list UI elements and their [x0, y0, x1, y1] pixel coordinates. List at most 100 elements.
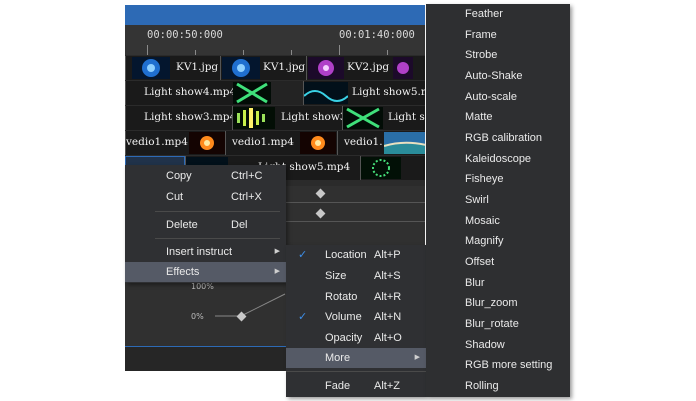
clip-thumbnail — [393, 57, 413, 79]
ruler-tick — [291, 50, 292, 55]
menu-item-label: Size — [325, 270, 347, 282]
menu-item-feather[interactable]: Feather — [426, 4, 570, 24]
clip-thumbnail — [361, 157, 401, 179]
menu-item-shortcut: Alt+O — [374, 332, 402, 344]
menu-item-label: Volume — [325, 311, 362, 323]
time-ruler[interactable]: 00:00:50:000 00:01:40:000 — [125, 25, 425, 55]
menu-item-frame[interactable]: Frame — [426, 25, 570, 45]
clip-label: KV1.jpg — [263, 61, 306, 73]
clip-label: Light show3 — [281, 111, 347, 123]
menu-item-shortcut: Alt+P — [374, 249, 401, 261]
menu-item-label: Blur — [465, 277, 485, 289]
menu-item-shortcut: Alt+Z — [374, 380, 400, 392]
timeline-clip[interactable]: Light show4.mp4 — [125, 81, 271, 105]
menu-item-label: RGB more setting — [465, 359, 553, 371]
timecode-label: 00:00:50:000 — [147, 29, 223, 41]
clip-label: Light show4.mp4 — [144, 86, 237, 98]
timeline-clip[interactable]: vedio1. — [337, 131, 425, 155]
menu-item-label: Delete — [166, 219, 198, 231]
menu-item-rgb-more-setting[interactable]: RGB more setting — [426, 355, 570, 375]
menu-item-shortcut: Ctrl+X — [231, 191, 262, 203]
clip-label: KV2.jpg — [347, 61, 390, 73]
menu-item-label: Auto-scale — [465, 91, 517, 103]
menu-item-label: Fade — [325, 380, 351, 392]
clip-thumbnail — [189, 132, 225, 154]
menu-item-location[interactable]: ✓ Location Alt+P — [286, 245, 426, 265]
menu-item-label: Kaleidoscope — [465, 153, 532, 165]
menu-item-shortcut: Alt+R — [374, 291, 402, 303]
timeline-clip[interactable]: Light show5.mp — [303, 81, 425, 105]
menu-item-insert-instruct[interactable]: Insert instruct ▶ — [125, 242, 286, 262]
menu-item-mosaic[interactable]: Mosaic — [426, 211, 570, 231]
clip-thumbnail — [384, 132, 425, 154]
menu-item-size[interactable]: Size Alt+S — [286, 266, 426, 286]
menu-item-auto-shake[interactable]: Auto-Shake — [426, 66, 570, 86]
keyframe-marker[interactable] — [315, 188, 326, 199]
menu-item-label: Mosaic — [465, 215, 500, 227]
menu-item-blur-zoom[interactable]: Blur_zoom — [426, 293, 570, 313]
clip-thumbnail — [132, 57, 170, 79]
ruler-tick — [339, 45, 340, 55]
timeline-clip[interactable]: Light show3.mp4 — [125, 106, 236, 130]
timeline-clip[interactable]: vedio1.mp4 — [125, 131, 225, 155]
menu-item-label: More — [325, 352, 351, 364]
menu-item-copy[interactable]: Copy Ctrl+C — [125, 166, 286, 186]
menu-item-kaleidoscope[interactable]: Kaleidoscope — [426, 149, 570, 169]
menu-item-cut[interactable]: Cut Ctrl+X — [125, 187, 286, 207]
ruler-tick — [387, 50, 388, 55]
menu-item-rotato[interactable]: Rotato Alt+R — [286, 287, 426, 307]
title-bar — [125, 5, 425, 25]
menu-item-shadow[interactable]: Shadow — [426, 335, 570, 355]
clip-label: vedio1.mp4 — [126, 136, 188, 148]
menu-item-opacity[interactable]: Opacity Alt+O — [286, 328, 426, 348]
context-menu: Copy Ctrl+C Cut Ctrl+X Delete Del Insert… — [125, 165, 286, 283]
menu-item-strobe[interactable]: Strobe — [426, 45, 570, 65]
menu-item-fisheye[interactable]: Fisheye — [426, 169, 570, 189]
timeline-track: KV1.jpg KV1.jpg KV2.jpg — [125, 56, 425, 80]
timeline-clip[interactable]: Light show3 — [232, 106, 347, 130]
menu-item-magnify[interactable]: Magnify — [426, 231, 570, 251]
menu-item-label: Effects — [166, 266, 200, 278]
timeline-clip[interactable]: vedio1.mp4 — [225, 131, 337, 155]
menu-item-effects[interactable]: Effects ▶ — [125, 262, 286, 282]
clip-thumbnail — [233, 82, 271, 104]
clip-thumbnail — [343, 107, 383, 129]
menu-item-label: Fisheye — [465, 173, 504, 185]
keyframe-line — [285, 221, 425, 222]
menu-item-shortcut: Ctrl+C — [231, 170, 263, 182]
timeline-clip[interactable] — [360, 156, 425, 180]
menu-item-label: Frame — [465, 29, 497, 41]
menu-item-offset[interactable]: Offset — [426, 252, 570, 272]
menu-item-label: Opacity — [325, 332, 363, 344]
menu-item-label: Blur_zoom — [465, 297, 518, 309]
menu-item-blur[interactable]: Blur — [426, 273, 570, 293]
keyframe-marker[interactable] — [315, 208, 326, 219]
menu-item-shortcut: Alt+N — [374, 311, 402, 323]
menu-item-volume[interactable]: ✓ Volume Alt+N — [286, 307, 426, 327]
menu-item-delete[interactable]: Delete Del — [125, 215, 286, 235]
clip-label: Light s — [388, 111, 425, 123]
menu-item-more[interactable]: More ▶ — [286, 348, 426, 368]
menu-item-swirl[interactable]: Swirl — [426, 190, 570, 210]
timecode-label: 00:01:40:000 — [339, 29, 415, 41]
timeline-clip[interactable]: Light s — [342, 106, 425, 130]
menu-item-label: Insert instruct — [166, 246, 233, 258]
menu-item-label: Location — [325, 249, 367, 261]
timeline-track: vedio1.mp4 vedio1.mp4 vedio1. — [125, 131, 425, 155]
menu-item-matte[interactable]: Matte — [426, 107, 570, 127]
clip-thumbnail — [300, 132, 336, 154]
timeline-clip[interactable]: KV1.jpg — [220, 56, 306, 80]
menu-item-rgb-calibration[interactable]: RGB calibration — [426, 128, 570, 148]
menu-item-blur-rotate[interactable]: Blur_rotate — [426, 314, 570, 334]
menu-item-fade[interactable]: Fade Alt+Z — [286, 376, 426, 396]
ruler-tick — [147, 45, 148, 55]
checkmark-icon: ✓ — [298, 311, 308, 323]
timeline-clip[interactable]: KV1.jpg — [125, 56, 220, 80]
menu-item-rolling[interactable]: Rolling — [426, 376, 570, 396]
menu-separator — [155, 211, 280, 212]
clip-thumbnail — [308, 57, 344, 79]
clip-label: Light show5.mp — [352, 86, 425, 98]
ruler-tick — [243, 50, 244, 55]
timeline-clip[interactable]: KV2.jpg — [306, 56, 425, 80]
menu-item-auto-scale[interactable]: Auto-scale — [426, 87, 570, 107]
